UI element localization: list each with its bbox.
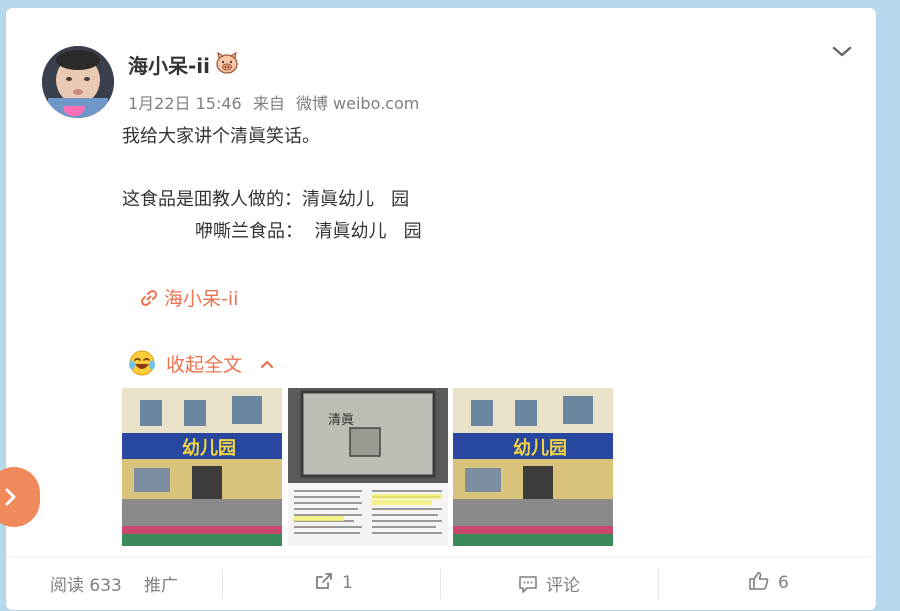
post-footer: 阅读 633 推广 1 评论 6 xyxy=(6,556,876,611)
read-label: 阅读 xyxy=(50,576,84,596)
like-button[interactable]: 6 xyxy=(748,571,789,593)
image-thumbnail-book-scan[interactable]: 清眞 xyxy=(288,388,448,546)
stamp-text: 清眞 xyxy=(328,413,354,428)
collapse-full-text-button[interactable]: 收起全文 xyxy=(128,350,274,377)
post-text-line: 咿嘶兰食品： 清眞幼儿 园 xyxy=(195,221,422,242)
repost-button[interactable]: 1 xyxy=(314,571,353,593)
weibo-post-card: 海小呆-ii 1月22日 15:46 来自 微博 weibo.com 我给大家讲… xyxy=(6,8,876,610)
share-icon xyxy=(316,573,332,589)
post-meta: 1月22日 15:46 来自 微博 weibo.com xyxy=(128,90,419,114)
promote-button[interactable]: 推广 xyxy=(144,571,178,596)
read-count: 阅读 633 xyxy=(50,571,122,596)
comment-button[interactable]: 评论 xyxy=(518,571,580,596)
comment-icon xyxy=(519,576,537,593)
repost-count: 1 xyxy=(342,573,353,593)
post-text-line: 这食品是囬教人做的：清眞幼儿 园 xyxy=(122,189,410,210)
kindergarten-sign-text: 幼儿园 xyxy=(513,437,567,459)
chevron-up-icon xyxy=(260,360,274,369)
like-count: 6 xyxy=(778,573,789,593)
divider xyxy=(440,569,441,599)
post-timestamp[interactable]: 1月22日 15:46 xyxy=(128,94,242,113)
thumbs-up-icon xyxy=(749,571,769,590)
post-options-chevron-down-icon[interactable] xyxy=(824,38,860,64)
laughing-emoji-icon xyxy=(129,350,155,376)
collapse-label: 收起全文 xyxy=(166,354,243,376)
pig-icon xyxy=(216,52,238,74)
mention-link[interactable]: 海小呆-ii xyxy=(140,284,238,311)
chevron-right-icon xyxy=(5,488,16,506)
kindergarten-sign-text: 幼儿园 xyxy=(182,437,236,459)
post-source[interactable]: 微博 weibo.com xyxy=(296,94,419,113)
link-icon xyxy=(140,289,158,307)
mention-link-label: 海小呆-ii xyxy=(164,288,239,310)
post-text-line: 我给大家讲个清眞笑话。 xyxy=(122,126,320,147)
image-thumbnail-kindergarten[interactable]: 幼儿园 xyxy=(453,388,613,546)
author-name[interactable]: 海小呆-ii xyxy=(128,50,210,79)
divider xyxy=(658,569,659,599)
image-thumbnail-kindergarten[interactable]: 幼儿园 xyxy=(122,388,282,546)
source-prefix: 来自 xyxy=(252,94,285,113)
comment-label: 评论 xyxy=(546,576,580,596)
read-count-value: 633 xyxy=(89,576,122,596)
divider xyxy=(222,569,223,599)
